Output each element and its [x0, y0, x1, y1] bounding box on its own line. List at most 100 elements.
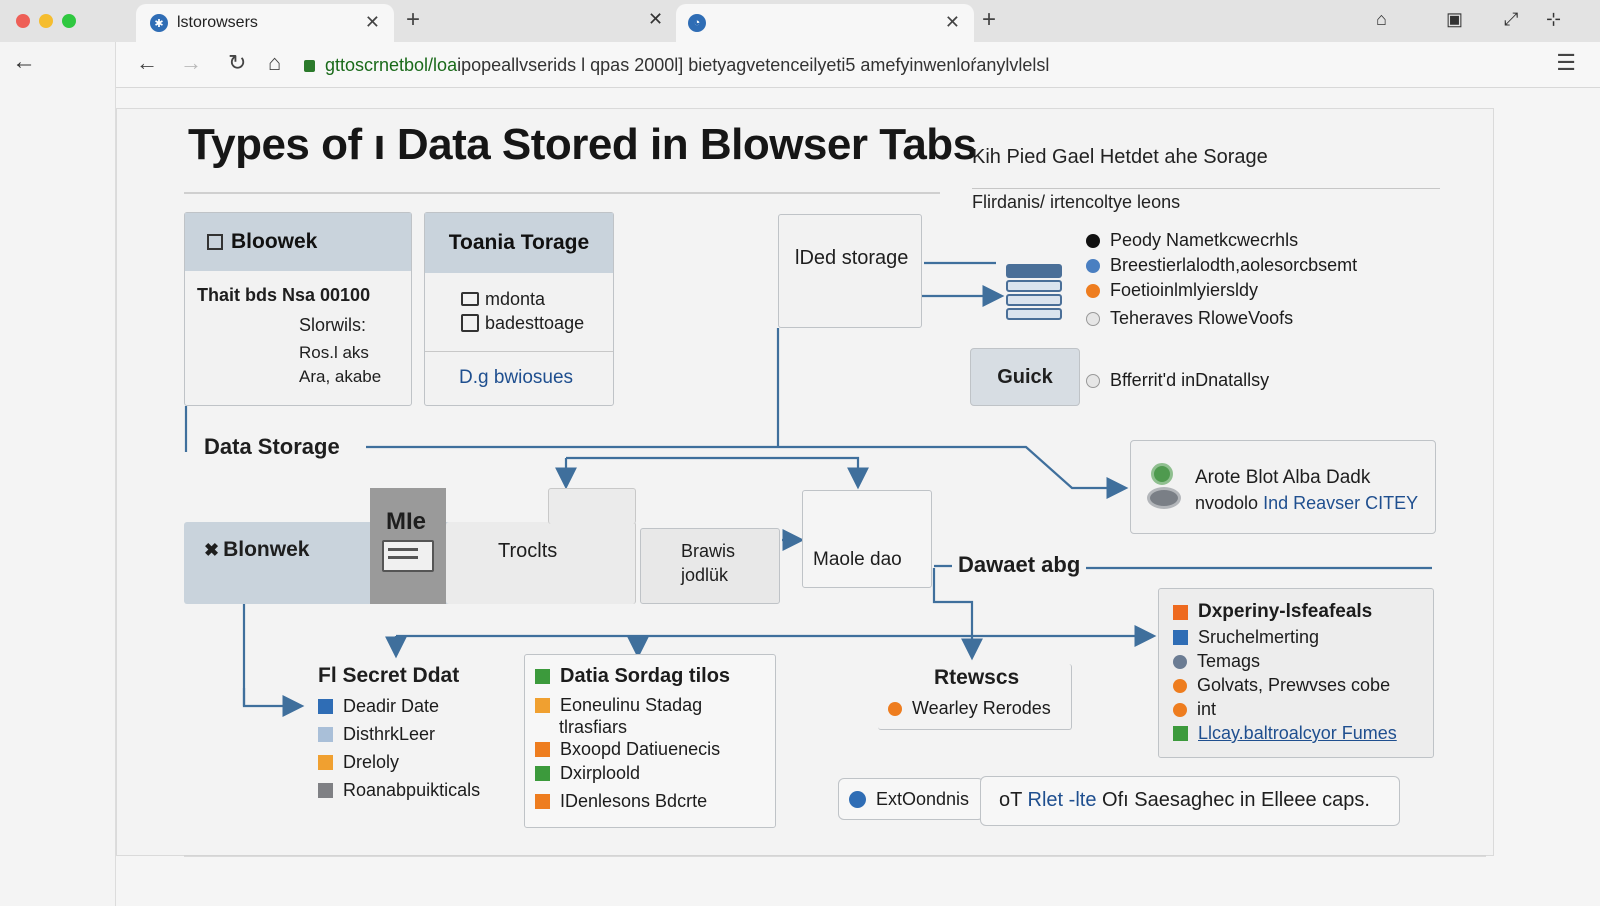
troclts-label: Troclts	[498, 540, 558, 562]
bloowek-title: Bloowek	[231, 230, 318, 253]
legend-swatch	[318, 755, 333, 770]
brawis-box: Brawis jodlük	[640, 528, 780, 604]
subtitle-right-secondary: Flirdanis/ irtencoltye leons	[972, 192, 1181, 212]
datia-item: Eoneulinu Stadag	[535, 695, 702, 716]
document-icon	[461, 314, 479, 332]
minimize-window-button[interactable]	[39, 14, 53, 28]
bloowek-line: Slorwils:	[299, 315, 367, 335]
legend-label: Teheraves RloweVoofs	[1110, 308, 1294, 328]
back-arrow-icon[interactable]: ←	[12, 48, 36, 76]
caption-rest: Ofı Saesaghec in Elleee caps.	[1096, 789, 1370, 811]
bloowek-box: Bloowek Thait bds Nsa 00100 Slorwils: Ro…	[184, 212, 412, 406]
legend-dot	[1086, 258, 1100, 273]
page-title: Types of ı Data Stored in Blowser Tabs	[188, 120, 977, 169]
caption-text: oT Rlet -lte Ofı Saesaghec in Elleee cap…	[999, 789, 1370, 812]
legend-dot	[888, 701, 902, 716]
url-path: ipopeallvserids l qpas 2000l] bietyagvet…	[457, 54, 1050, 75]
globe-icon: ✱	[150, 14, 168, 32]
secret-item-label: Dreloly	[343, 752, 400, 772]
close-icon[interactable]: ✕	[365, 12, 380, 33]
url-host: gttoscrnetbol/loa	[325, 54, 458, 75]
info-icon	[849, 791, 866, 808]
toania-item: mdonta	[461, 289, 545, 310]
legend-item: Teheraves RloweVoofs	[1086, 308, 1293, 329]
secret-item: Roanabpuikticals	[318, 780, 480, 801]
bloowek-line: Ros.l aks	[299, 343, 369, 362]
brawis-line: Brawis	[681, 541, 736, 561]
experiny-item: Sruchelmerting	[1173, 627, 1319, 648]
tab-title: lstorowsers	[177, 14, 258, 31]
back-arrow-icon[interactable]: ←	[136, 50, 158, 76]
secret-item-label: DisthrkLeer	[343, 724, 436, 744]
guick-note: Bfferrit'd inDnatallsy	[1086, 370, 1269, 391]
experiny-item: Llcay.baltroalcyor Fumes	[1173, 723, 1397, 744]
bloowek-line: Thait bds Nsa 00100	[197, 285, 371, 305]
window-restore-icon[interactable]: ▣	[1446, 9, 1463, 30]
datia-item-label: IDenlesons Bdcrte	[560, 791, 708, 811]
cog-icon	[1147, 463, 1181, 513]
legend-swatch	[535, 742, 550, 757]
divider	[184, 192, 940, 194]
tab-active[interactable]: ✱ lstorowsers ✕	[136, 4, 394, 42]
legend-swatch	[1173, 726, 1188, 741]
datia-item: Dxirploold	[535, 763, 640, 784]
experiny-item: Golvats, Prewvses cobe	[1173, 675, 1390, 696]
address-bar[interactable]: gttoscrnetbol/loa ipopeallvserids l qpas…	[304, 48, 1544, 82]
home-icon[interactable]: ⌂	[268, 50, 281, 76]
window-icon	[207, 234, 223, 250]
caption-prefix: oT	[999, 789, 1028, 811]
forward-arrow-icon[interactable]: →	[180, 50, 202, 76]
plus-icon[interactable]: +	[406, 6, 420, 34]
legend-swatch	[535, 698, 550, 713]
close-icon[interactable]: ✕	[648, 9, 663, 30]
legend-swatch	[535, 766, 550, 781]
experiny-link[interactable]: Llcay.baltroalcyor Fumes	[1198, 723, 1397, 744]
mie-label: MIe	[386, 508, 427, 535]
expand-icon[interactable]: ⤢	[1504, 9, 1518, 30]
tab-second[interactable]: ◔ ✕	[676, 4, 974, 42]
arote-box: Arote Blot Alba Dadk nvodolo Ind Reavser…	[1130, 440, 1436, 534]
guick-button[interactable]: Guick	[970, 348, 1080, 406]
rtewscs-item-label: Wearley Rerodes	[912, 698, 1051, 718]
guick-label: Guick	[997, 365, 1053, 388]
experiny-item-label: int	[1197, 699, 1217, 719]
experiny-item: Temags	[1173, 651, 1260, 672]
maximize-window-button[interactable]	[62, 14, 76, 28]
share-icon[interactable]: ⊹	[1546, 9, 1561, 30]
arote-line1: Arote Blot Alba Dadk	[1195, 467, 1371, 488]
arote-link[interactable]: Ind Reavser CITEY	[1263, 493, 1418, 513]
legend-swatch	[318, 727, 333, 742]
plus-icon[interactable]: +	[982, 6, 996, 34]
reload-icon[interactable]: ↻	[228, 50, 246, 76]
subtitle-right: Kih Pied Gael Hetdet ahe Sorage	[972, 146, 1268, 168]
toania-link[interactable]: D.g bwiosues	[459, 367, 573, 389]
lock-icon	[304, 60, 315, 72]
tab-strip: ✱ lstorowsers ✕ + ✕ ◔ ✕ + ⌂ ▣ ⤢ ⊹	[0, 0, 1600, 42]
close-window-button[interactable]	[16, 14, 30, 28]
caption-link[interactable]: Rlet -lte	[1028, 789, 1097, 811]
chip-content: ExtOondnis	[849, 789, 969, 810]
datia-item: IDenlesons Bdcrte	[535, 791, 707, 812]
experiny-title: Dxperiny-lsfeafeals	[1198, 601, 1373, 622]
server-icon	[382, 540, 434, 572]
datia-header: Datia Sordag tilos	[535, 665, 730, 688]
extoondnis-chip[interactable]: ExtOondnis	[838, 778, 984, 820]
legend-label: Foetioinlmlyiersldy	[1110, 280, 1259, 300]
navigation-toolbar: ← → ↻ ⌂ gttoscrnetbol/loa ipopeallvserid…	[116, 42, 1600, 88]
dawaet-label: Dawaet abg	[958, 552, 1081, 577]
troclts-area	[446, 522, 636, 604]
legend-dot	[1086, 373, 1100, 388]
close-icon[interactable]: ✕	[945, 12, 960, 33]
experiny-item-label: Golvats, Prewvses cobe	[1197, 675, 1391, 695]
experiny-item-label: Temags	[1197, 651, 1261, 671]
guick-note-label: Bfferrit'd inDnatallsy	[1110, 370, 1270, 390]
menu-icon[interactable]: ☰	[1556, 50, 1576, 76]
home-icon[interactable]: ⌂	[1376, 9, 1387, 30]
legend-dot	[1086, 233, 1100, 248]
ded-storage-label: lDed storage	[795, 247, 909, 269]
legend-dot	[1173, 678, 1187, 693]
rtewscs-item: Wearley Rerodes	[888, 698, 1051, 719]
brawis-line: jodlük	[681, 565, 729, 585]
legend-dot	[1173, 654, 1187, 669]
experiny-item: int	[1173, 699, 1216, 720]
